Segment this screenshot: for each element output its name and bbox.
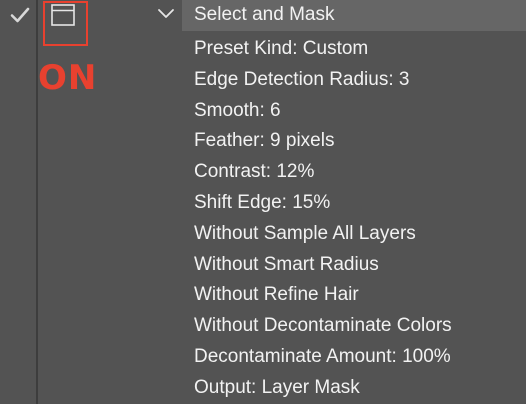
actions-panel: ON Select and Mask Preset Kind: Custom E… [0,0,526,404]
step-title: Select and Mask [194,4,335,25]
parameter-item: Preset Kind: Custom [194,38,369,59]
parameter-item: Smooth: 6 [194,99,281,121]
parameter-item: Without Refine Hair [194,284,359,306]
parameter-item: Without Decontaminate Colors [194,315,452,337]
parameter-item: Without Smart Radius [194,253,379,275]
parameter-item: Without Sample All Layers [194,222,416,244]
parameter-item: Decontaminate Amount: 100% [194,345,451,367]
chevron-down-icon[interactable] [157,7,175,21]
checkmark-icon[interactable] [10,6,30,24]
enable-column [0,0,38,404]
parameter-list: Preset Kind: Custom Edge Detection Radiu… [194,37,452,404]
annotation-label: ON [38,58,98,98]
parameter-item: Feather: 9 pixels [194,130,335,152]
step-header[interactable]: Select and Mask [182,0,526,31]
annotation-highlight-box [43,1,88,46]
parameter-item: Output: Layer Mask [194,376,360,398]
parameter-item: Contrast: 12% [194,161,315,183]
parameter-item: Edge Detection Radius: 3 [194,68,410,90]
parameter-item: Shift Edge: 15% [194,191,331,213]
